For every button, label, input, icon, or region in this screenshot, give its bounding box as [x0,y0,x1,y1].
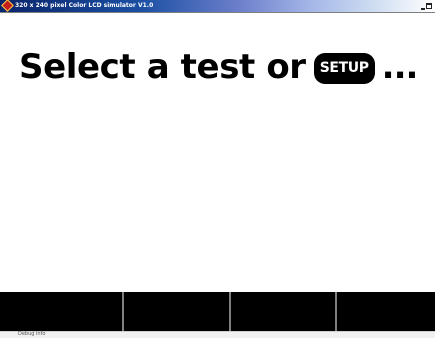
title-bar[interactable]: 320 x 240 pixel Color LCD simulator V1.0 [0,0,435,13]
prompt-text: Select a test or [19,47,306,87]
softkey-bar [0,292,435,331]
window-controls [420,1,432,11]
lcd-screen: Select a test or SETUP ... [0,13,435,331]
softkey-2[interactable] [124,292,229,331]
test-selection-prompt: Select a test or SETUP ... [19,47,419,87]
softkey-4[interactable] [337,292,435,331]
maximize-icon[interactable] [425,3,432,9]
window-title: 320 x 240 pixel Color LCD simulator V1.0 [15,2,154,9]
status-bar: Debug info [0,331,435,338]
app-icon [1,0,14,12]
softkey-3[interactable] [231,292,335,331]
setup-button[interactable]: SETUP [313,52,375,84]
status-text: Debug info [18,331,46,337]
lcd-simulator-window: 320 x 240 pixel Color LCD simulator V1.0… [0,0,435,338]
prompt-ellipsis: ... [381,47,419,87]
minimize-icon[interactable] [420,7,425,10]
softkey-1[interactable] [0,292,122,331]
